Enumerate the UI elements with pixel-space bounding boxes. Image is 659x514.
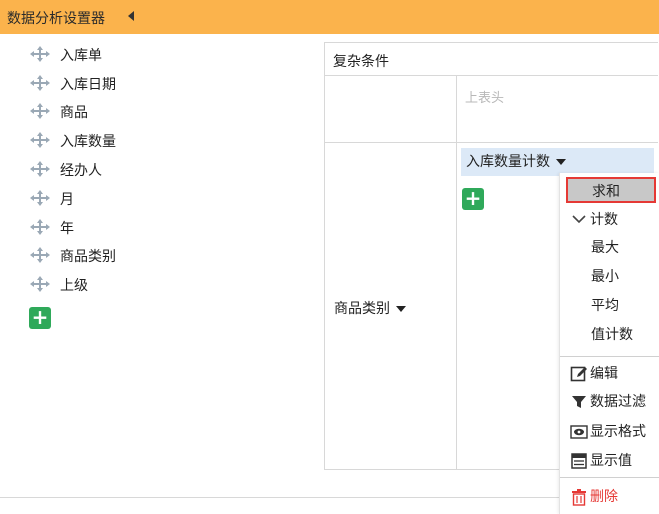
menu-item-display-format[interactable]: 显示格式 bbox=[560, 417, 659, 445]
field-label: 年 bbox=[60, 221, 74, 237]
field-item[interactable]: 入库日期 bbox=[30, 72, 190, 94]
field-item[interactable]: 入库数量 bbox=[30, 129, 190, 151]
panel-header: 数据分析设置器 bbox=[0, 0, 659, 34]
menu-item-min[interactable]: 最小 bbox=[560, 262, 659, 290]
menu-item-edit[interactable]: 编辑 bbox=[560, 359, 659, 387]
menu-item-delete[interactable]: 删除 bbox=[560, 482, 659, 510]
edit-icon bbox=[570, 366, 587, 382]
menu-separator bbox=[560, 477, 659, 478]
field-item[interactable]: 上级 bbox=[30, 273, 190, 295]
menu-item-count[interactable]: 计数 bbox=[560, 205, 659, 233]
field-label: 入库日期 bbox=[60, 77, 116, 93]
move-icon[interactable] bbox=[30, 190, 50, 206]
menu-item-max[interactable]: 最大 bbox=[560, 233, 659, 261]
field-label: 商品 bbox=[60, 105, 88, 121]
measure-dropdown[interactable]: 入库数量计数 bbox=[461, 148, 654, 176]
move-icon[interactable] bbox=[30, 276, 50, 292]
panel-title: 数据分析设置器 bbox=[7, 11, 105, 27]
move-icon[interactable] bbox=[30, 219, 50, 235]
row-dimension-dropdown[interactable]: 商品类别 bbox=[334, 298, 406, 318]
menu-item-data-filter[interactable]: 数据过滤 bbox=[560, 387, 659, 415]
add-measure-button[interactable]: + bbox=[462, 188, 484, 210]
field-item[interactable]: 商品 bbox=[30, 100, 190, 122]
column-header-dropzone[interactable]: 上表头 bbox=[465, 87, 504, 106]
move-icon[interactable] bbox=[30, 132, 50, 148]
field-item[interactable]: 月 bbox=[30, 187, 190, 209]
trash-icon bbox=[572, 489, 586, 506]
menu-item-average[interactable]: 平均 bbox=[560, 291, 659, 319]
filter-icon bbox=[572, 396, 586, 408]
menu-item-sum[interactable]: 求和 bbox=[566, 177, 656, 203]
field-label: 商品类别 bbox=[60, 249, 116, 265]
eye-icon bbox=[570, 425, 588, 439]
menu-separator bbox=[560, 356, 659, 357]
field-item[interactable]: 入库单 bbox=[30, 43, 190, 65]
move-icon[interactable] bbox=[30, 247, 50, 263]
field-label: 入库数量 bbox=[60, 134, 116, 150]
field-label: 入库单 bbox=[60, 48, 102, 64]
field-item[interactable]: 商品类别 bbox=[30, 244, 190, 266]
menu-item-distinct-count[interactable]: 值计数 bbox=[560, 320, 659, 348]
field-label: 经办人 bbox=[60, 163, 102, 179]
row-dimension-label: 商品类别 bbox=[334, 301, 390, 317]
check-icon bbox=[572, 215, 586, 224]
menu-item-show-value[interactable]: 显示值 bbox=[560, 446, 659, 474]
field-label: 月 bbox=[60, 192, 74, 208]
move-icon[interactable] bbox=[30, 161, 50, 177]
measure-context-menu: 求和 计数 最大 最小 平均 值计数 编辑 数据过滤 显示格式 显示值 删除 bbox=[559, 173, 659, 514]
move-icon[interactable] bbox=[30, 46, 50, 62]
add-field-button[interactable]: + bbox=[29, 307, 51, 329]
move-icon[interactable] bbox=[30, 75, 50, 91]
field-item[interactable]: 经办人 bbox=[30, 158, 190, 180]
field-label: 上级 bbox=[60, 278, 88, 294]
measure-label: 入库数量计数 bbox=[466, 154, 550, 170]
caret-down-icon bbox=[396, 306, 406, 312]
table-icon bbox=[571, 453, 587, 469]
move-icon[interactable] bbox=[30, 103, 50, 119]
caret-down-icon bbox=[556, 159, 566, 165]
field-item[interactable]: 年 bbox=[30, 216, 190, 238]
complex-condition-label[interactable]: 复杂条件 bbox=[333, 51, 389, 71]
collapse-left-icon[interactable] bbox=[128, 11, 134, 21]
